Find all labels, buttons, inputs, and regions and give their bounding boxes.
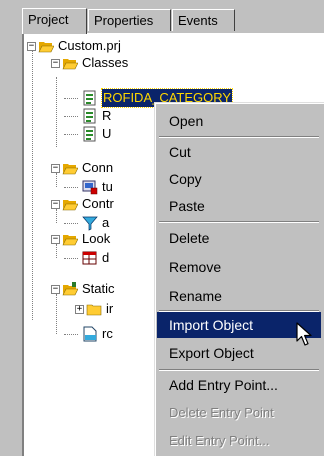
- tab-strip: Project Properties Events: [0, 0, 324, 34]
- tree-line: [56, 173, 57, 187]
- tree-node-label: Conn: [82, 160, 114, 175]
- connection-icon: [82, 180, 98, 195]
- class-icon: [83, 108, 96, 124]
- menu-item-open[interactable]: Open: [157, 108, 321, 134]
- menu-item-add-entry-point[interactable]: Add Entry Point...: [157, 372, 321, 398]
- tree-line: [56, 77, 57, 147]
- folder-icon: [86, 304, 102, 316]
- menu-item-delete[interactable]: Delete: [157, 225, 321, 251]
- collapse-connections-icon[interactable]: −: [51, 164, 60, 173]
- open-folder-icon: [62, 59, 78, 70]
- tree-node-label: Look: [82, 231, 111, 246]
- context-menu: Open Cut Copy Paste Delete Remove Rename…: [154, 102, 324, 456]
- collapse-classes-icon[interactable]: −: [51, 59, 60, 68]
- tree-line: [32, 50, 33, 320]
- table-icon: [82, 251, 97, 265]
- menu-separator: [159, 369, 319, 371]
- open-folder-icon: [62, 200, 78, 211]
- collapse-controls-icon[interactable]: −: [51, 200, 60, 209]
- document-icon: [83, 326, 97, 342]
- expand-static-subfolder-icon[interactable]: +: [75, 305, 84, 314]
- tree-line: [64, 223, 78, 224]
- menu-item-cut[interactable]: Cut: [157, 139, 321, 165]
- collapse-root-icon[interactable]: −: [27, 42, 36, 51]
- tree-line: [56, 209, 57, 223]
- tree-node-label: ir: [106, 301, 114, 316]
- menu-separator: [159, 136, 319, 138]
- mouse-pointer-icon: [296, 322, 312, 346]
- open-folder-icon: [62, 235, 78, 246]
- tab-properties[interactable]: Properties: [88, 9, 171, 31]
- tree-line: [64, 187, 78, 188]
- tree-line: [64, 98, 78, 99]
- collapse-lookups-icon[interactable]: −: [51, 235, 60, 244]
- tree-line: [64, 134, 78, 135]
- tab-project[interactable]: Project: [22, 8, 87, 34]
- collapse-static-icon[interactable]: −: [51, 285, 60, 294]
- tab-events[interactable]: Events: [172, 9, 235, 31]
- tree-line: [56, 294, 57, 334]
- tree-node-label: U: [102, 126, 112, 141]
- tree-node-label: Contr: [82, 196, 114, 211]
- menu-item-delete-entry-point: Delete Entry Point: [169, 405, 274, 420]
- tree-node-label: d: [102, 250, 110, 265]
- open-folder-icon: [62, 282, 78, 296]
- tree-line: [64, 334, 78, 335]
- tree-node-label: Static: [82, 281, 115, 296]
- class-icon: [83, 126, 96, 142]
- menu-item-remove[interactable]: Remove: [157, 254, 321, 280]
- menu-item-rename[interactable]: Rename: [157, 283, 321, 309]
- menu-item-copy[interactable]: Copy: [157, 166, 321, 192]
- open-folder-icon: [38, 42, 54, 53]
- open-folder-icon: [62, 164, 78, 175]
- tree-line: [64, 258, 78, 259]
- menu-separator: [159, 221, 319, 223]
- tree-node-label: tu: [102, 179, 113, 194]
- tree-node-label: Classes: [82, 55, 129, 70]
- tree-line: [64, 116, 78, 117]
- menu-item-edit-entry-point: Edit Entry Point...: [169, 433, 270, 448]
- tree-node-label: R: [102, 108, 112, 123]
- filter-icon: [82, 216, 98, 231]
- tree-node-label: Custom.prj: [58, 38, 121, 53]
- tree-node-label: rc: [102, 326, 113, 341]
- class-icon: [83, 90, 96, 106]
- menu-item-paste[interactable]: Paste: [157, 193, 321, 219]
- tree-line: [56, 244, 57, 258]
